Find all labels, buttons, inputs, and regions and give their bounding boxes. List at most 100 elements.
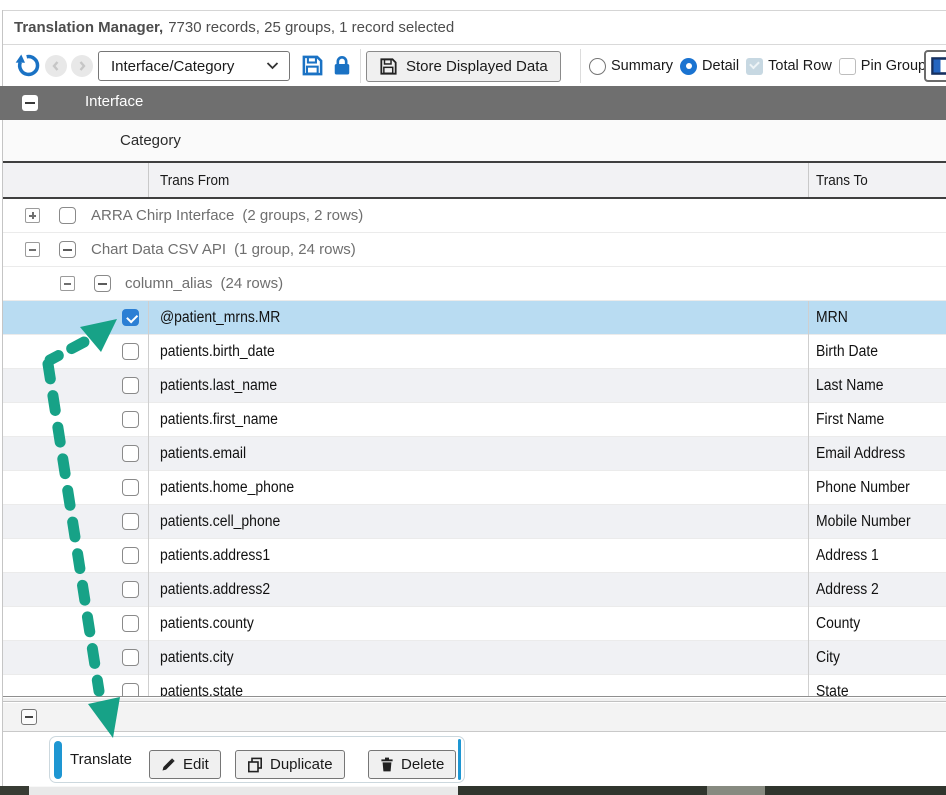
- row-checkbox[interactable]: [122, 513, 139, 530]
- trans-from-cell: @patient_mrns.MR: [160, 309, 294, 327]
- toolbar-separator: [360, 49, 361, 83]
- expand-icon[interactable]: [25, 208, 40, 223]
- table-row[interactable]: patients.email Email Address: [3, 437, 946, 471]
- group-row[interactable]: Chart Data CSV API(1 group, 24 rows): [3, 233, 946, 267]
- action-area: Translate Edit Duplicate: [3, 732, 946, 786]
- total-row-label: Total Row: [768, 58, 832, 74]
- category-subgroup-row: Category: [3, 120, 946, 163]
- trans-from-cell: patients.city: [160, 649, 242, 667]
- delete-button[interactable]: Delete: [368, 750, 456, 779]
- group-row[interactable]: column_alias(24 rows): [3, 267, 946, 301]
- detail-radio-option[interactable]: Detail: [680, 58, 739, 75]
- summary-radio-option[interactable]: Summary: [589, 58, 673, 75]
- table-row[interactable]: patients.home_phone Phone Number: [3, 471, 946, 505]
- table-row[interactable]: patients.state State: [3, 675, 946, 697]
- trans-from-cell: patients.last_name: [160, 377, 290, 395]
- row-checkbox[interactable]: [122, 445, 139, 462]
- lock-icon[interactable]: [331, 54, 353, 82]
- column-divider: [808, 163, 809, 197]
- background-window-strip: [707, 786, 765, 795]
- freeze-columns-button[interactable]: [924, 50, 946, 82]
- trans-from-cell: patients.first_name: [160, 411, 291, 429]
- row-checkbox[interactable]: [122, 479, 139, 496]
- trans-to-cell: Email Address: [816, 445, 915, 463]
- group-row[interactable]: ARRA Chirp Interface (2 groups, 2 rows): [3, 199, 946, 233]
- row-checkbox[interactable]: [122, 683, 139, 697]
- trans-from-cell: patients.state: [160, 683, 252, 697]
- row-checkbox[interactable]: [122, 615, 139, 632]
- pin-groups-checkbox[interactable]: [839, 58, 856, 75]
- nav-forward-button[interactable]: [71, 55, 93, 77]
- row-checkbox[interactable]: [122, 411, 139, 428]
- row-checkbox[interactable]: [122, 377, 139, 394]
- table-row[interactable]: patients.address2 Address 2: [3, 573, 946, 607]
- column-header-trans-from[interactable]: Trans From: [160, 172, 237, 189]
- view-selector-value: Interface/Category: [111, 58, 266, 75]
- table-row[interactable]: patients.cell_phone Mobile Number: [3, 505, 946, 539]
- row-checkbox[interactable]: [122, 343, 139, 360]
- edit-button-label: Edit: [183, 756, 209, 773]
- table-row[interactable]: patients.birth_date Birth Date: [3, 335, 946, 369]
- row-checkbox[interactable]: [122, 581, 139, 598]
- nav-back-button[interactable]: [45, 55, 67, 77]
- translation-manager-window: Translation Manager, 7730 records, 25 gr…: [0, 0, 946, 795]
- collapse-all-icon[interactable]: [22, 95, 38, 111]
- table-row-selected[interactable]: @patient_mrns.MR MRN: [3, 301, 946, 335]
- translate-section-label: Translate: [70, 751, 132, 768]
- undo-icon[interactable]: [14, 52, 41, 84]
- duplicate-button-label: Duplicate: [270, 756, 333, 773]
- table-row[interactable]: patients.address1 Address 1: [3, 539, 946, 573]
- pin-groups-checkbox-option[interactable]: Pin Groups: [839, 58, 934, 75]
- total-row-checkbox-option[interactable]: Total Row: [746, 58, 832, 75]
- trans-from-cell: patients.address2: [160, 581, 282, 599]
- toolbar-separator: [580, 49, 581, 83]
- translate-panel: Translate Edit Duplicate: [49, 736, 465, 783]
- group-checkbox-indeterminate[interactable]: [94, 275, 111, 292]
- subgroup-label: Category: [120, 132, 181, 149]
- chevron-down-icon: [266, 62, 279, 70]
- edit-button[interactable]: Edit: [149, 750, 221, 779]
- copy-icon: [247, 757, 263, 773]
- radio-unchecked-icon[interactable]: [589, 58, 606, 75]
- total-row-checkbox: [746, 58, 763, 75]
- trans-to-cell: Phone Number: [816, 479, 920, 497]
- duplicate-button[interactable]: Duplicate: [235, 750, 345, 779]
- view-selector-dropdown[interactable]: Interface/Category: [98, 51, 290, 81]
- store-displayed-data-button[interactable]: Store Displayed Data: [366, 51, 561, 82]
- background-window-strip: [0, 786, 29, 795]
- collapse-icon[interactable]: [25, 242, 40, 257]
- trans-from-cell: patients.address1: [160, 547, 282, 565]
- group-meta: (24 rows): [221, 275, 284, 292]
- group-label: ARRA Chirp Interface: [91, 207, 234, 224]
- interface-group-band: Interface: [0, 86, 946, 120]
- row-checkbox-checked[interactable]: [122, 309, 139, 326]
- collapse-panel-icon[interactable]: [21, 709, 37, 725]
- detail-radio-label: Detail: [702, 58, 739, 74]
- group-checkbox-indeterminate[interactable]: [59, 241, 76, 258]
- trans-to-cell: County: [816, 615, 865, 633]
- table-row[interactable]: patients.city City: [3, 641, 946, 675]
- page-title: Translation Manager,: [14, 19, 163, 36]
- trans-from-cell: patients.cell_phone: [160, 513, 294, 531]
- trans-to-cell: Address 1: [816, 547, 886, 565]
- group-meta: (2 groups, 2 rows): [242, 207, 363, 224]
- table-row[interactable]: patients.county County: [3, 607, 946, 641]
- save-icon[interactable]: [301, 54, 324, 82]
- table-row[interactable]: patients.last_name Last Name: [3, 369, 946, 403]
- summary-radio-label: Summary: [611, 58, 673, 74]
- trans-to-cell: Last Name: [816, 377, 891, 395]
- radio-checked-icon[interactable]: [680, 58, 697, 75]
- trans-to-cell: Address 2: [816, 581, 886, 599]
- toolbar: Interface/Category Store Disp: [3, 46, 946, 86]
- trans-from-cell: patients.email: [160, 445, 256, 463]
- row-checkbox[interactable]: [122, 649, 139, 666]
- store-button-label: Store Displayed Data: [406, 58, 548, 75]
- group-checkbox[interactable]: [59, 207, 76, 224]
- group-band-label: Interface: [85, 93, 143, 110]
- column-header-trans-to[interactable]: Trans To: [816, 172, 874, 189]
- chevron-right-icon: [75, 59, 89, 73]
- table-row[interactable]: patients.first_name First Name: [3, 403, 946, 437]
- row-checkbox[interactable]: [122, 547, 139, 564]
- background-window-strip: [29, 786, 458, 795]
- collapse-icon[interactable]: [60, 276, 75, 291]
